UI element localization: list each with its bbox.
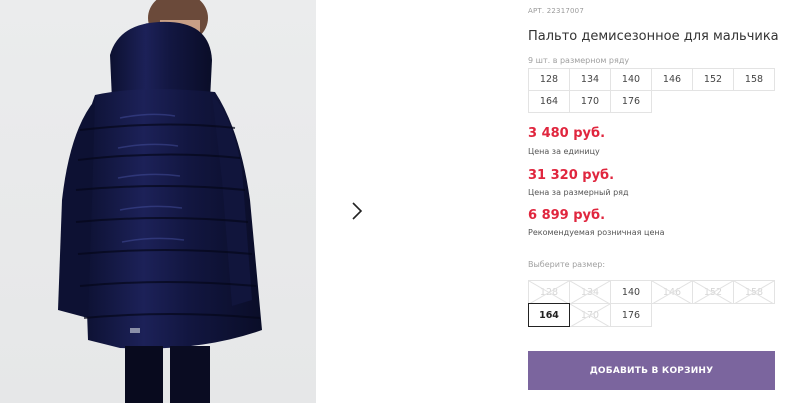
article-number: АРТ. 22317007 bbox=[528, 7, 584, 15]
unit-price: 3 480 руб. bbox=[528, 126, 606, 141]
coat-illustration bbox=[58, 0, 262, 403]
size-row-cell: 146 bbox=[651, 68, 693, 91]
row-price: 31 320 руб. bbox=[528, 168, 615, 183]
add-to-cart-button[interactable]: ДОБАВИТЬ В КОРЗИНУ bbox=[528, 351, 775, 390]
size-option[interactable]: 140 bbox=[610, 280, 652, 304]
size-option: 128 bbox=[528, 280, 570, 304]
size-row-cell: 170 bbox=[569, 90, 611, 113]
retail-price-label: Рекомендуемая розничная цена bbox=[528, 228, 665, 237]
row-price-label: Цена за размерный ряд bbox=[528, 188, 629, 197]
article-label: АРТ. bbox=[528, 7, 545, 15]
size-option: 158 bbox=[733, 280, 775, 304]
size-option[interactable]: 176 bbox=[610, 303, 652, 327]
article-value: 22317007 bbox=[546, 7, 584, 15]
unit-price-label: Цена за единицу bbox=[528, 147, 600, 156]
size-option: 134 bbox=[569, 280, 611, 304]
choose-size-label: Выберите размер: bbox=[528, 260, 606, 269]
size-row-cell: 140 bbox=[610, 68, 652, 91]
size-row-cell: 158 bbox=[733, 68, 775, 91]
size-row-note: 9 шт. в размерном ряду bbox=[528, 56, 630, 65]
retail-price: 6 899 руб. bbox=[528, 208, 606, 223]
size-row-cell: 128 bbox=[528, 68, 570, 91]
product-photo[interactable] bbox=[0, 0, 316, 403]
size-option[interactable]: 164 bbox=[528, 303, 570, 327]
product-gallery bbox=[0, 0, 397, 403]
size-row-cell: 134 bbox=[569, 68, 611, 91]
next-image-button[interactable] bbox=[338, 192, 376, 230]
size-selector: 128 134 140 146 152 158 164 170 176 bbox=[528, 280, 775, 327]
size-row-cell: 152 bbox=[692, 68, 734, 91]
size-row-cell: 164 bbox=[528, 90, 570, 113]
size-option: 146 bbox=[651, 280, 693, 304]
chevron-right-icon bbox=[352, 202, 363, 220]
size-row-cell: 176 bbox=[610, 90, 652, 113]
size-option: 152 bbox=[692, 280, 734, 304]
size-row-grid: 128 134 140 146 152 158 164 170 176 bbox=[528, 68, 775, 113]
size-option: 170 bbox=[569, 303, 611, 327]
product-title: Пальто демисезонное для мальчика bbox=[528, 29, 779, 44]
